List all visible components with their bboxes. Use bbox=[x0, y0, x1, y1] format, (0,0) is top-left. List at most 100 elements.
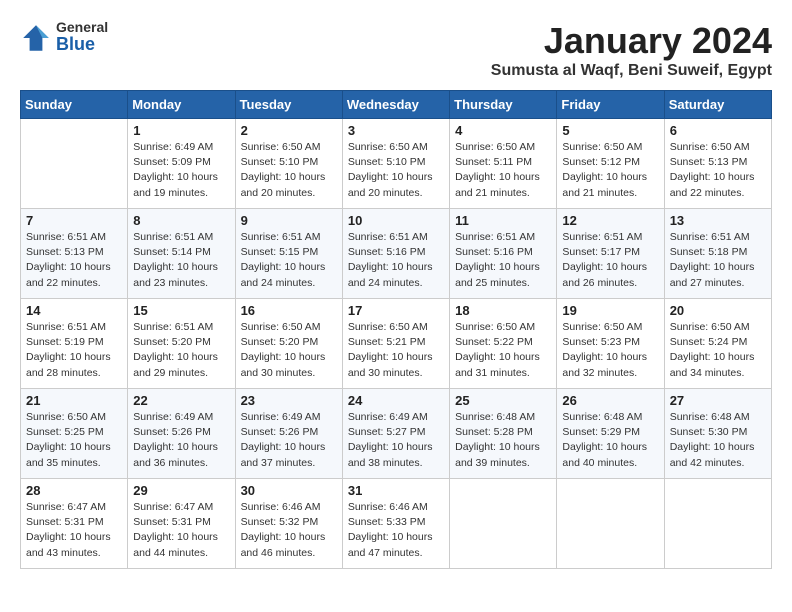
day-number: 27 bbox=[670, 393, 766, 408]
day-number: 11 bbox=[455, 213, 551, 228]
day-info: Sunrise: 6:51 AM Sunset: 5:16 PM Dayligh… bbox=[455, 230, 551, 291]
logo-blue-text: Blue bbox=[56, 35, 108, 55]
day-cell: 18 Sunrise: 6:50 AM Sunset: 5:22 PM Dayli… bbox=[450, 299, 557, 389]
day-info: Sunrise: 6:50 AM Sunset: 5:24 PM Dayligh… bbox=[670, 320, 766, 381]
day-info: Sunrise: 6:50 AM Sunset: 5:20 PM Dayligh… bbox=[241, 320, 337, 381]
day-number: 16 bbox=[241, 303, 337, 318]
day-number: 30 bbox=[241, 483, 337, 498]
day-cell: 8 Sunrise: 6:51 AM Sunset: 5:14 PM Daylig… bbox=[128, 209, 235, 299]
day-cell bbox=[450, 479, 557, 569]
day-number: 29 bbox=[133, 483, 229, 498]
day-cell: 26 Sunrise: 6:48 AM Sunset: 5:29 PM Dayli… bbox=[557, 389, 664, 479]
day-cell: 20Sunrise: 6:50 AM Sunset: 5:24 PM Dayli… bbox=[664, 299, 771, 389]
logo-general-text: General bbox=[56, 20, 108, 35]
day-info: Sunrise: 6:46 AM Sunset: 5:33 PM Dayligh… bbox=[348, 500, 444, 561]
logo-icon bbox=[20, 22, 52, 54]
day-header-wednesday: Wednesday bbox=[342, 91, 449, 119]
day-info: Sunrise: 6:49 AM Sunset: 5:27 PM Dayligh… bbox=[348, 410, 444, 471]
day-cell bbox=[557, 479, 664, 569]
day-number: 13 bbox=[670, 213, 766, 228]
day-cell: 3 Sunrise: 6:50 AM Sunset: 5:10 PM Daylig… bbox=[342, 119, 449, 209]
day-cell: 27 Sunrise: 6:48 AM Sunset: 5:30 PM Dayli… bbox=[664, 389, 771, 479]
day-info: Sunrise: 6:50 AM Sunset: 5:13 PM Dayligh… bbox=[670, 140, 766, 201]
calendar-table: SundayMondayTuesdayWednesdayThursdayFrid… bbox=[20, 90, 772, 569]
day-info: Sunrise: 6:48 AM Sunset: 5:29 PM Dayligh… bbox=[562, 410, 658, 471]
day-number: 4 bbox=[455, 123, 551, 138]
week-row-2: 14 Sunrise: 6:51 AM Sunset: 5:19 PM Dayli… bbox=[21, 299, 772, 389]
day-cell: 17 Sunrise: 6:50 AM Sunset: 5:21 PM Dayli… bbox=[342, 299, 449, 389]
day-info: Sunrise: 6:50 AM Sunset: 5:11 PM Dayligh… bbox=[455, 140, 551, 201]
day-number: 26 bbox=[562, 393, 658, 408]
day-cell: 30 Sunrise: 6:46 AM Sunset: 5:32 PM Dayli… bbox=[235, 479, 342, 569]
day-number: 19 bbox=[562, 303, 658, 318]
day-header-sunday: Sunday bbox=[21, 91, 128, 119]
day-info: Sunrise: 6:49 AM Sunset: 5:26 PM Dayligh… bbox=[241, 410, 337, 471]
day-info: Sunrise: 6:50 AM Sunset: 5:21 PM Dayligh… bbox=[348, 320, 444, 381]
day-number: 21 bbox=[26, 393, 122, 408]
day-info: Sunrise: 6:46 AM Sunset: 5:32 PM Dayligh… bbox=[241, 500, 337, 561]
day-number: 1 bbox=[133, 123, 229, 138]
day-number: 3 bbox=[348, 123, 444, 138]
day-cell: 28 Sunrise: 6:47 AM Sunset: 5:31 PM Dayli… bbox=[21, 479, 128, 569]
day-cell: 14 Sunrise: 6:51 AM Sunset: 5:19 PM Dayli… bbox=[21, 299, 128, 389]
day-cell: 31Sunrise: 6:46 AM Sunset: 5:33 PM Dayli… bbox=[342, 479, 449, 569]
header-row: SundayMondayTuesdayWednesdayThursdayFrid… bbox=[21, 91, 772, 119]
day-cell: 10Sunrise: 6:51 AM Sunset: 5:16 PM Dayli… bbox=[342, 209, 449, 299]
day-cell: 1 Sunrise: 6:49 AM Sunset: 5:09 PM Daylig… bbox=[128, 119, 235, 209]
day-number: 25 bbox=[455, 393, 551, 408]
day-header-saturday: Saturday bbox=[664, 91, 771, 119]
day-info: Sunrise: 6:51 AM Sunset: 5:13 PM Dayligh… bbox=[26, 230, 122, 291]
day-number: 18 bbox=[455, 303, 551, 318]
day-number: 28 bbox=[26, 483, 122, 498]
day-info: Sunrise: 6:50 AM Sunset: 5:10 PM Dayligh… bbox=[348, 140, 444, 201]
day-cell: 12 Sunrise: 6:51 AM Sunset: 5:17 PM Dayli… bbox=[557, 209, 664, 299]
day-info: Sunrise: 6:50 AM Sunset: 5:22 PM Dayligh… bbox=[455, 320, 551, 381]
day-cell: 22 Sunrise: 6:49 AM Sunset: 5:26 PM Dayli… bbox=[128, 389, 235, 479]
day-cell bbox=[664, 479, 771, 569]
day-info: Sunrise: 6:51 AM Sunset: 5:17 PM Dayligh… bbox=[562, 230, 658, 291]
day-number: 5 bbox=[562, 123, 658, 138]
day-info: Sunrise: 6:47 AM Sunset: 5:31 PM Dayligh… bbox=[133, 500, 229, 561]
day-cell: 16 Sunrise: 6:50 AM Sunset: 5:20 PM Dayli… bbox=[235, 299, 342, 389]
day-cell: 23 Sunrise: 6:49 AM Sunset: 5:26 PM Dayli… bbox=[235, 389, 342, 479]
day-info: Sunrise: 6:50 AM Sunset: 5:10 PM Dayligh… bbox=[241, 140, 337, 201]
day-info: Sunrise: 6:51 AM Sunset: 5:14 PM Dayligh… bbox=[133, 230, 229, 291]
day-info: Sunrise: 6:51 AM Sunset: 5:18 PM Dayligh… bbox=[670, 230, 766, 291]
day-info: Sunrise: 6:51 AM Sunset: 5:20 PM Dayligh… bbox=[133, 320, 229, 381]
day-number: 14 bbox=[26, 303, 122, 318]
day-cell: 25Sunrise: 6:48 AM Sunset: 5:28 PM Dayli… bbox=[450, 389, 557, 479]
day-header-thursday: Thursday bbox=[450, 91, 557, 119]
day-cell: 6 Sunrise: 6:50 AM Sunset: 5:13 PM Daylig… bbox=[664, 119, 771, 209]
day-info: Sunrise: 6:51 AM Sunset: 5:19 PM Dayligh… bbox=[26, 320, 122, 381]
day-number: 23 bbox=[241, 393, 337, 408]
day-cell: 21 Sunrise: 6:50 AM Sunset: 5:25 PM Dayli… bbox=[21, 389, 128, 479]
day-number: 22 bbox=[133, 393, 229, 408]
day-header-tuesday: Tuesday bbox=[235, 91, 342, 119]
day-number: 24 bbox=[348, 393, 444, 408]
day-cell: 15Sunrise: 6:51 AM Sunset: 5:20 PM Dayli… bbox=[128, 299, 235, 389]
day-cell: 19Sunrise: 6:50 AM Sunset: 5:23 PM Dayli… bbox=[557, 299, 664, 389]
day-cell bbox=[21, 119, 128, 209]
day-number: 12 bbox=[562, 213, 658, 228]
day-info: Sunrise: 6:47 AM Sunset: 5:31 PM Dayligh… bbox=[26, 500, 122, 561]
day-cell: 7Sunrise: 6:51 AM Sunset: 5:13 PM Daylig… bbox=[21, 209, 128, 299]
day-number: 6 bbox=[670, 123, 766, 138]
day-info: Sunrise: 6:49 AM Sunset: 5:09 PM Dayligh… bbox=[133, 140, 229, 201]
day-cell: 9Sunrise: 6:51 AM Sunset: 5:15 PM Daylig… bbox=[235, 209, 342, 299]
week-row-4: 28 Sunrise: 6:47 AM Sunset: 5:31 PM Dayli… bbox=[21, 479, 772, 569]
day-cell: 11 Sunrise: 6:51 AM Sunset: 5:16 PM Dayli… bbox=[450, 209, 557, 299]
week-row-0: 1 Sunrise: 6:49 AM Sunset: 5:09 PM Daylig… bbox=[21, 119, 772, 209]
day-cell: 4 Sunrise: 6:50 AM Sunset: 5:11 PM Daylig… bbox=[450, 119, 557, 209]
day-info: Sunrise: 6:48 AM Sunset: 5:30 PM Dayligh… bbox=[670, 410, 766, 471]
header: General Blue January 2024 Sumusta al Waq… bbox=[20, 20, 772, 80]
day-number: 10 bbox=[348, 213, 444, 228]
day-header-monday: Monday bbox=[128, 91, 235, 119]
day-info: Sunrise: 6:49 AM Sunset: 5:26 PM Dayligh… bbox=[133, 410, 229, 471]
day-number: 17 bbox=[348, 303, 444, 318]
logo: General Blue bbox=[20, 20, 108, 55]
day-cell: 24 Sunrise: 6:49 AM Sunset: 5:27 PM Dayli… bbox=[342, 389, 449, 479]
day-cell: 2Sunrise: 6:50 AM Sunset: 5:10 PM Daylig… bbox=[235, 119, 342, 209]
day-cell: 29 Sunrise: 6:47 AM Sunset: 5:31 PM Dayli… bbox=[128, 479, 235, 569]
day-info: Sunrise: 6:50 AM Sunset: 5:25 PM Dayligh… bbox=[26, 410, 122, 471]
day-number: 8 bbox=[133, 213, 229, 228]
